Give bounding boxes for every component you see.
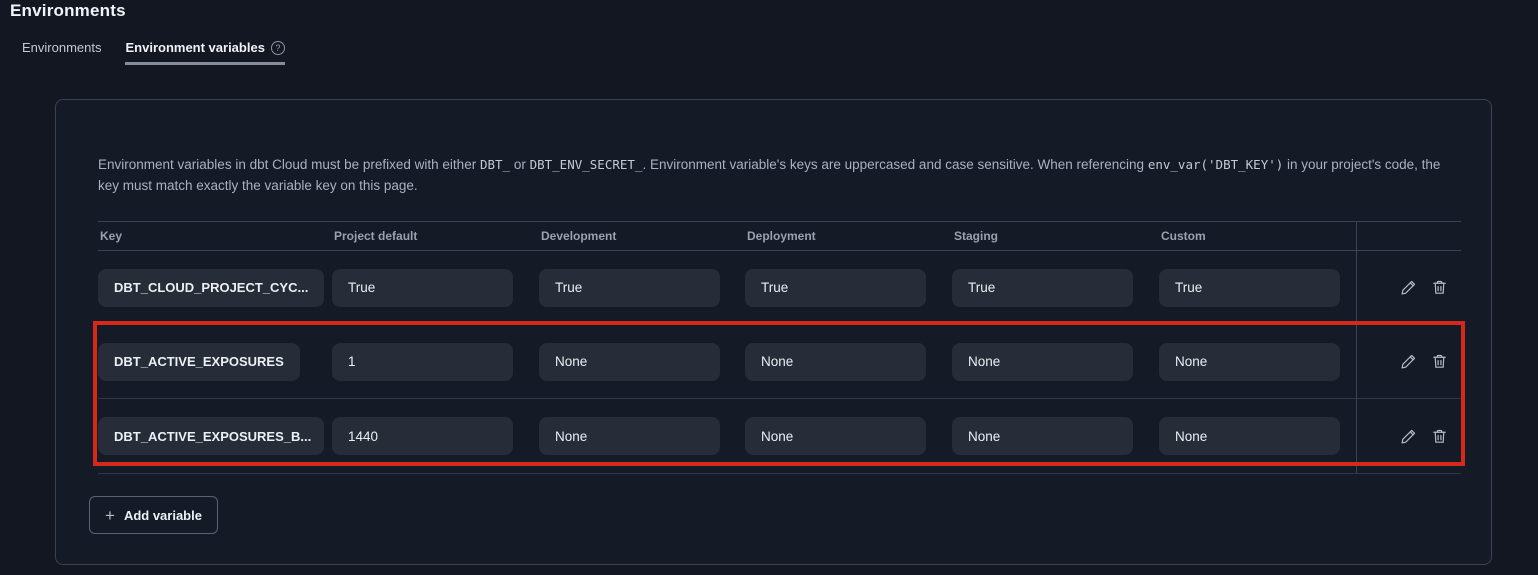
- value-pill-custom: None: [1159, 417, 1340, 455]
- table-row: DBT_ACTIVE_EXPOSURES_B... 1440 None None…: [98, 399, 1461, 474]
- column-header-actions: [1356, 222, 1461, 250]
- value-pill-deployment: None: [745, 417, 926, 455]
- column-header-custom: Custom: [1159, 229, 1356, 243]
- value-pill-deployment: True: [745, 269, 926, 307]
- tab-environments-label: Environments: [22, 40, 101, 55]
- value-pill-custom: None: [1159, 343, 1340, 381]
- value-pill-project-default: 1: [332, 343, 513, 381]
- environment-variables-card: Environment variables in dbt Cloud must …: [55, 99, 1492, 565]
- add-variable-label: Add variable: [124, 508, 202, 523]
- value-pill-staging: None: [952, 417, 1133, 455]
- value-pill-staging: None: [952, 343, 1133, 381]
- edit-pencil-icon[interactable]: [1399, 427, 1417, 445]
- value-pill-deployment: None: [745, 343, 926, 381]
- column-header-staging: Staging: [952, 229, 1159, 243]
- value-pill-development: None: [539, 417, 720, 455]
- delete-trash-icon[interactable]: [1430, 279, 1448, 297]
- table-header-row: Key Project default Development Deployme…: [98, 221, 1461, 251]
- value-pill-development: True: [539, 269, 720, 307]
- table-row: DBT_CLOUD_PROJECT_CYC... True True True …: [98, 251, 1461, 325]
- tab-environment-variables-label: Environment variables: [125, 40, 264, 55]
- page-title: Environments: [10, 1, 126, 21]
- value-pill-custom: True: [1159, 269, 1340, 307]
- column-header-key: Key: [98, 229, 332, 243]
- description-text: Environment variables in dbt Cloud must …: [98, 155, 1463, 196]
- add-variable-button[interactable]: + Add variable: [89, 496, 218, 534]
- variable-key-pill: DBT_CLOUD_PROJECT_CYC...: [98, 269, 324, 307]
- table-row: DBT_ACTIVE_EXPOSURES 1 None None None No…: [98, 325, 1461, 399]
- delete-trash-icon[interactable]: [1430, 427, 1448, 445]
- edit-pencil-icon[interactable]: [1399, 353, 1417, 371]
- delete-trash-icon[interactable]: [1430, 353, 1448, 371]
- edit-pencil-icon[interactable]: [1399, 279, 1417, 297]
- value-pill-staging: True: [952, 269, 1133, 307]
- tab-environment-variables[interactable]: Environment variables ?: [125, 40, 284, 65]
- column-header-development: Development: [539, 229, 745, 243]
- variables-table: Key Project default Development Deployme…: [98, 221, 1461, 474]
- column-header-project-default: Project default: [332, 229, 539, 243]
- column-header-deployment: Deployment: [745, 229, 952, 243]
- tab-environments[interactable]: Environments: [22, 40, 101, 62]
- variable-key-pill: DBT_ACTIVE_EXPOSURES: [98, 343, 300, 381]
- value-pill-project-default: 1440: [332, 417, 513, 455]
- variable-key-pill: DBT_ACTIVE_EXPOSURES_B...: [98, 417, 324, 455]
- tab-bar: Environments Environment variables ?: [22, 40, 285, 65]
- value-pill-development: None: [539, 343, 720, 381]
- help-icon[interactable]: ?: [271, 41, 285, 55]
- plus-icon: +: [105, 507, 115, 524]
- value-pill-project-default: True: [332, 269, 513, 307]
